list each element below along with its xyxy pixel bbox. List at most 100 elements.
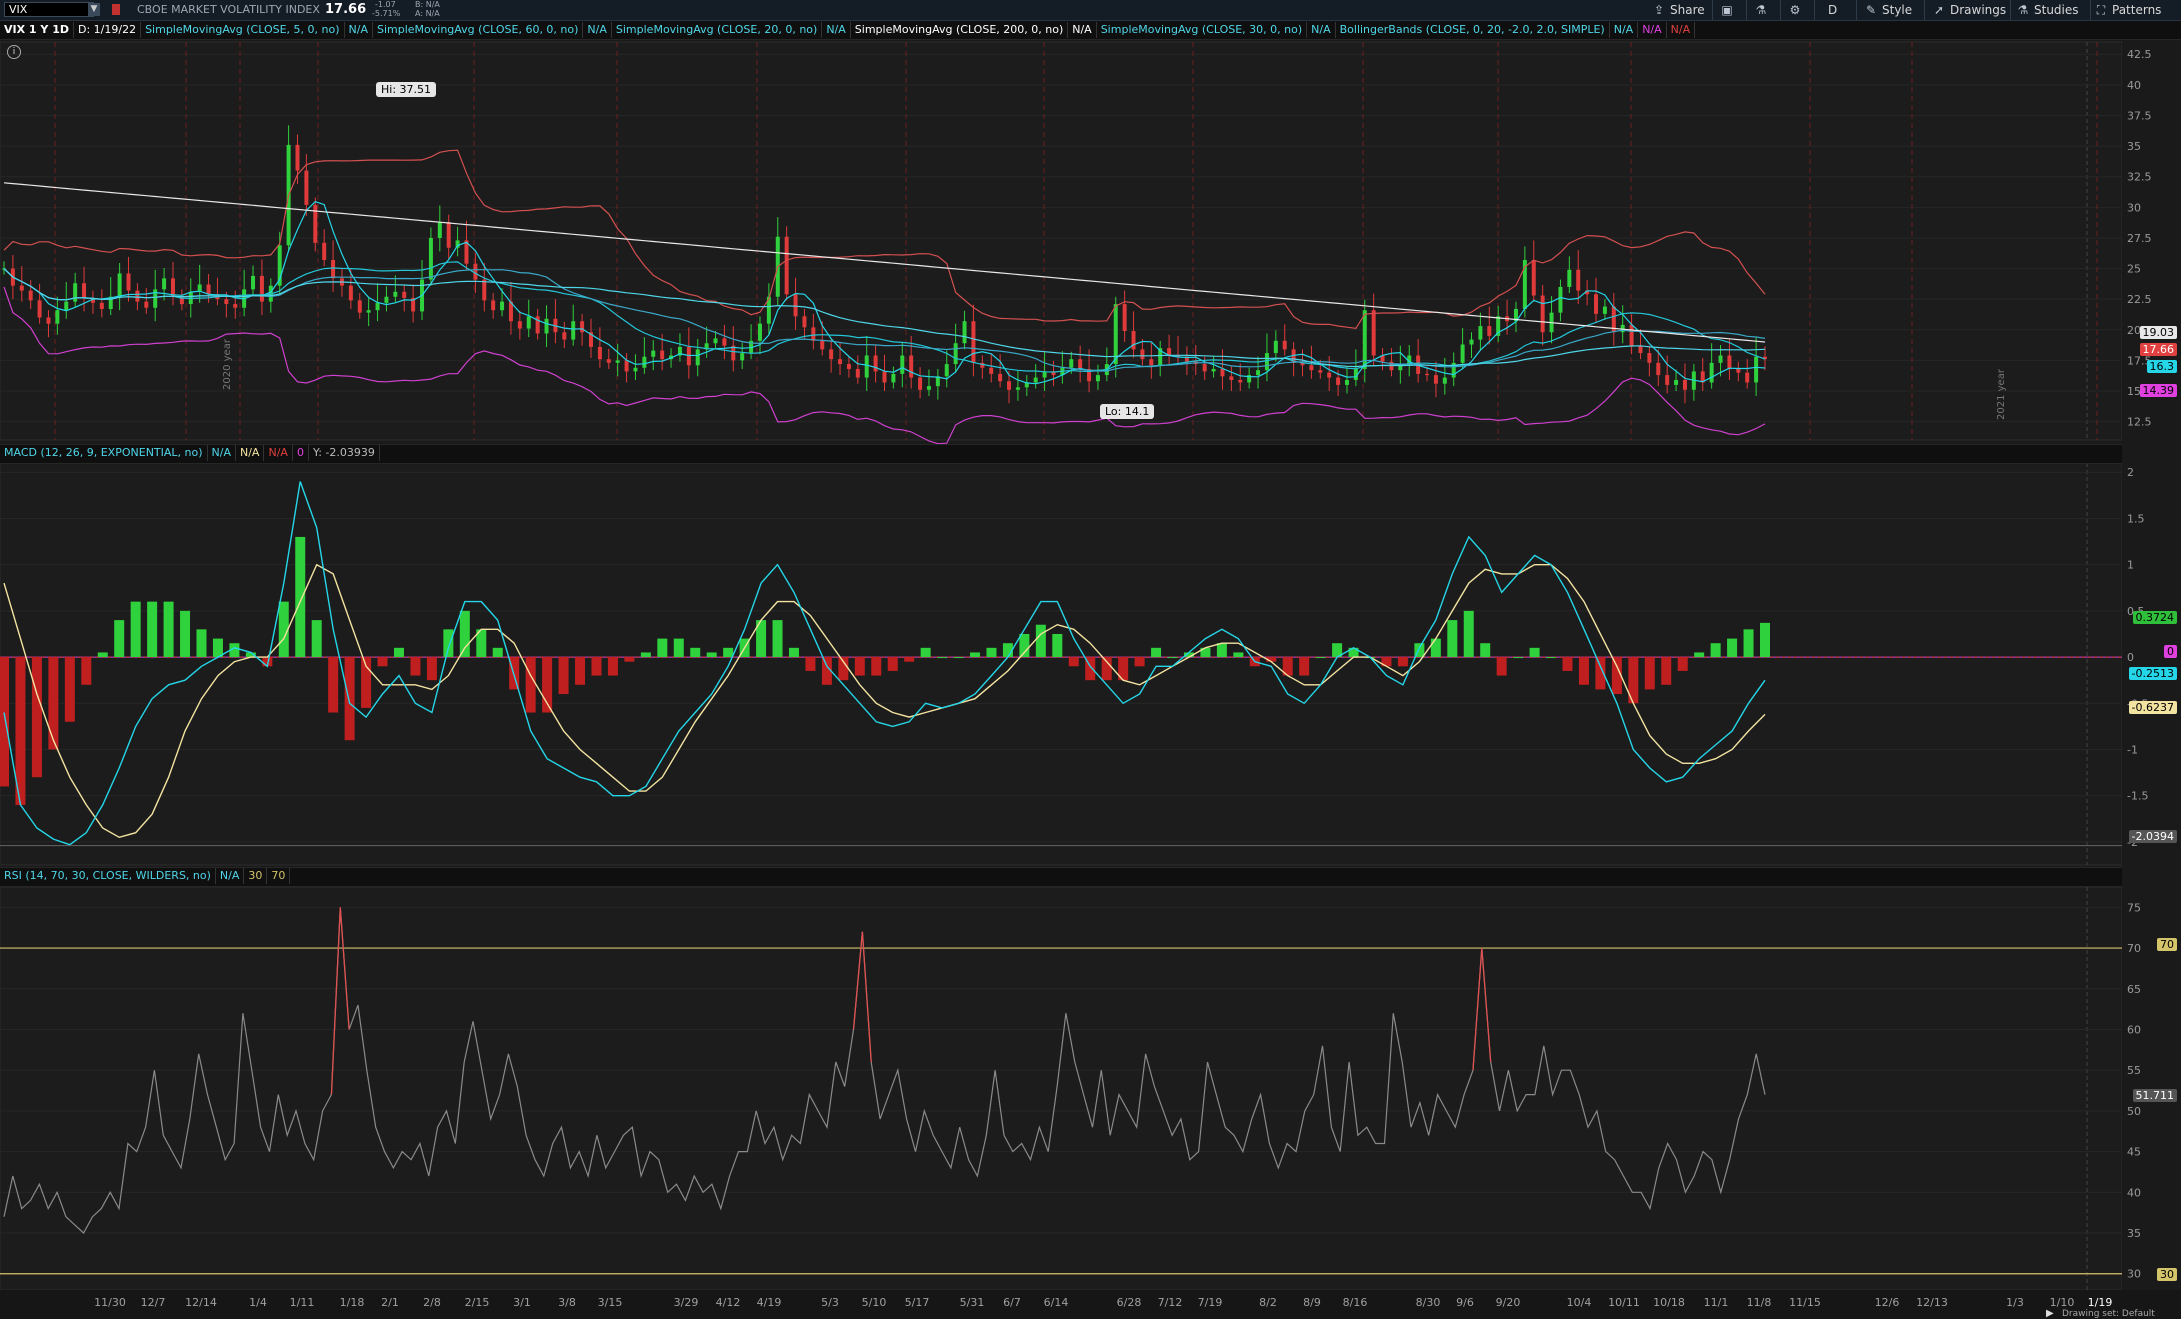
style-button[interactable]: ✎ Style (1864, 2, 1912, 18)
chart-period-label[interactable]: VIX 1 Y 1D (0, 22, 74, 38)
macd-cursor-tag: -2.0394 (2128, 830, 2177, 843)
rsi-value: N/A (216, 868, 245, 884)
symbol-input[interactable] (4, 2, 94, 17)
sma-5-value: N/A (345, 22, 373, 38)
candle-body (900, 355, 905, 374)
x-axis-label: 1/18 (340, 1296, 365, 1309)
x-axis-label: 6/7 (1003, 1296, 1021, 1309)
candle-body (170, 278, 175, 297)
candle-body (1540, 295, 1545, 333)
bollinger-label[interactable]: BollingerBands (CLOSE, 0, 20, -2.0, 2.0,… (1336, 22, 1610, 38)
x-axis-label: 8/9 (1303, 1296, 1321, 1309)
x-axis-label: 4/12 (716, 1296, 741, 1309)
macd-histogram-bar (344, 657, 355, 741)
macd-histogram-bar (1710, 643, 1721, 658)
bollinger-lower-tag: 14.39 (2139, 384, 2177, 397)
rsi-label[interactable]: RSI (14, 70, 30, CLOSE, WILDERS, no) (0, 868, 216, 884)
info-icon[interactable]: i (7, 45, 21, 59)
drawing-set-label[interactable]: Drawing set: Default (2062, 1309, 2155, 1319)
drawings-button[interactable]: ➚ Drawings (1932, 2, 2006, 18)
sma-200-label[interactable]: SimpleMovingAvg (CLOSE, 200, 0, no) (851, 22, 1069, 38)
candle-body (1149, 359, 1154, 366)
macd-tick-label: 1.5 (2127, 512, 2145, 525)
candle-body (1140, 349, 1145, 360)
candle-body (55, 310, 60, 324)
macd-histogram-bar (1035, 624, 1046, 658)
candle-body (1433, 375, 1438, 384)
low-bubble: Lo: 14.1 (1100, 404, 1155, 419)
candle-body (1309, 365, 1314, 371)
candle-body (162, 278, 167, 290)
candle-body (944, 364, 949, 377)
timeframe-button[interactable]: D (1828, 2, 1837, 18)
play-icon[interactable]: ▶ (2046, 1308, 2054, 1319)
change-value: -1.07 (375, 0, 396, 9)
price-tick-label: 30 (2127, 201, 2141, 214)
cursor-date: D: 1/19/22 (74, 22, 142, 38)
candle-body (1336, 377, 1341, 385)
flask-button[interactable]: ⚗ (1754, 2, 1772, 18)
candle-body (1220, 368, 1225, 377)
candle-body (1131, 331, 1136, 350)
x-axis-label: 11/30 (94, 1296, 126, 1309)
patterns-button[interactable]: ⛶ Patterns (2094, 2, 2162, 18)
x-axis-label: 8/2 (1259, 1296, 1277, 1309)
sma-30-label[interactable]: SimpleMovingAvg (CLOSE, 30, 0, no) (1097, 22, 1308, 38)
chart-area[interactable]: 42.54037.53532.53027.52522.52017.51512.5… (0, 40, 2181, 1319)
macd-histogram-bar (147, 601, 158, 658)
macd-histogram-bar (97, 652, 108, 658)
rsi-tick-label: 60 (2127, 1023, 2141, 1036)
year-label-2020: 2020 year (222, 339, 233, 390)
sma-60-label[interactable]: SimpleMovingAvg (CLOSE, 60, 0, no) (373, 22, 584, 38)
price-panel[interactable]: 42.54037.53532.53027.52522.52017.51512.5 (0, 41, 2181, 445)
macd-histogram-bar (1134, 657, 1145, 667)
macd-zero-tag: 0 (2164, 645, 2177, 658)
x-axis-label: 12/7 (141, 1296, 166, 1309)
candle-body (838, 359, 843, 365)
candle-body (46, 317, 51, 324)
candle-body (953, 343, 958, 365)
sma-200-price-tag: 19.03 (2139, 326, 2177, 339)
sma-5-label[interactable]: SimpleMovingAvg (CLOSE, 5, 0, no) (141, 22, 345, 38)
chart-window-button[interactable]: ▣ (1720, 2, 1738, 18)
rsi-panel[interactable]: 75 70 65 60 55 50 45 40 35 30 (0, 886, 2181, 1291)
candle-body (1709, 362, 1714, 383)
rsi-tick-label: 35 (2127, 1227, 2141, 1240)
macd-histogram-bar (558, 657, 569, 695)
symbol-color-flag-icon[interactable] (112, 4, 120, 15)
symbol-dropdown-icon[interactable]: ▼ (88, 3, 100, 16)
macd-histogram-bar (443, 629, 454, 658)
x-axis-label: 2/1 (381, 1296, 399, 1309)
sma-20-label[interactable]: SimpleMovingAvg (CLOSE, 20, 0, no) (612, 22, 823, 38)
candle-body (971, 321, 976, 363)
settings-button[interactable]: ⚙ (1788, 2, 1806, 18)
candle-body (224, 299, 229, 305)
studies-button[interactable]: ⚗ Studies (2016, 2, 2079, 18)
price-tick-label: 42.5 (2127, 48, 2152, 61)
change-percent: -5.71% (372, 9, 401, 18)
macd-label[interactable]: MACD (12, 26, 9, EXPONENTIAL, no) (0, 445, 208, 461)
share-button[interactable]: ⇪ Share (1652, 2, 1705, 18)
candle-body (1442, 377, 1447, 384)
x-axis-label: 12/14 (185, 1296, 217, 1309)
macd-panel[interactable]: 21.510.50-0.5-1-1.5-2 (0, 462, 2181, 866)
macd-histogram-bar (328, 657, 339, 713)
x-axis-label: 5/10 (862, 1296, 887, 1309)
macd-histogram-bar (114, 620, 125, 658)
candle-body (1460, 344, 1465, 363)
x-axis-label: 7/12 (1158, 1296, 1183, 1309)
candle-body (500, 301, 505, 311)
macd-histogram-bar (1315, 657, 1326, 659)
sma-price-tag: 16.3 (2146, 360, 2177, 373)
x-axis-label: 11/15 (1789, 1296, 1821, 1309)
macd-histogram-bar (1052, 633, 1063, 658)
macd-diff-tag: 0.3724 (2132, 611, 2177, 624)
candle-body (446, 222, 451, 248)
x-axis-label: 3/8 (558, 1296, 576, 1309)
x-axis-label: 4/19 (757, 1296, 782, 1309)
candle-body (99, 302, 104, 309)
candle-body (855, 368, 860, 378)
macd-histogram-bar (706, 652, 717, 658)
candle-body (1638, 345, 1643, 354)
macd-histogram-bar (805, 657, 816, 671)
